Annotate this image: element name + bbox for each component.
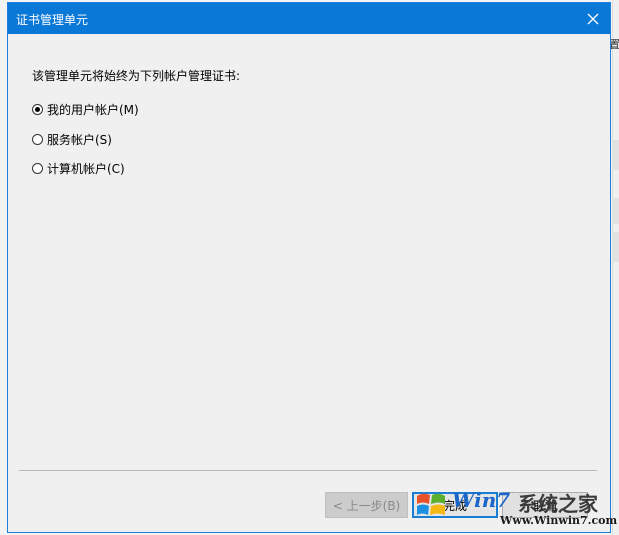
back-button[interactable]: < 上一步(B) (325, 492, 408, 518)
radio-option-service-account[interactable]: 服务帐户(S) (32, 131, 112, 148)
radio-label: 计算机帐户(C) (47, 162, 125, 176)
dialog-title: 证书管理单元 (16, 13, 89, 27)
cancel-button[interactable]: 取消 (502, 492, 588, 518)
radio-option-computer-account[interactable]: 计算机帐户(C) (32, 160, 125, 177)
account-prompt: 该管理单元将始终为下列帐户管理证书: (32, 69, 241, 83)
background-panel-strip (612, 232, 619, 262)
background-window-edge (612, 0, 619, 535)
dialog-titlebar[interactable]: 证书管理单元 (8, 3, 610, 34)
background-panel-strip (612, 140, 619, 170)
close-icon (587, 13, 599, 24)
radio-option-my-user-account[interactable]: 我的用户帐户(M) (32, 101, 139, 118)
radio-button[interactable] (32, 163, 43, 174)
background-panel-strip (612, 198, 619, 224)
radio-button[interactable] (32, 104, 43, 115)
radio-label: 我的用户帐户(M) (47, 103, 139, 117)
radio-button[interactable] (32, 134, 43, 145)
close-button[interactable] (576, 3, 610, 34)
radio-label: 服务帐户(S) (47, 133, 112, 147)
certificate-snapin-dialog: 证书管理单元 该管理单元将始终为下列帐户管理证书: 我的用户帐户(M) 服务帐户… (7, 2, 611, 533)
finish-button[interactable]: 完成 (412, 492, 498, 518)
footer-divider (19, 470, 597, 471)
